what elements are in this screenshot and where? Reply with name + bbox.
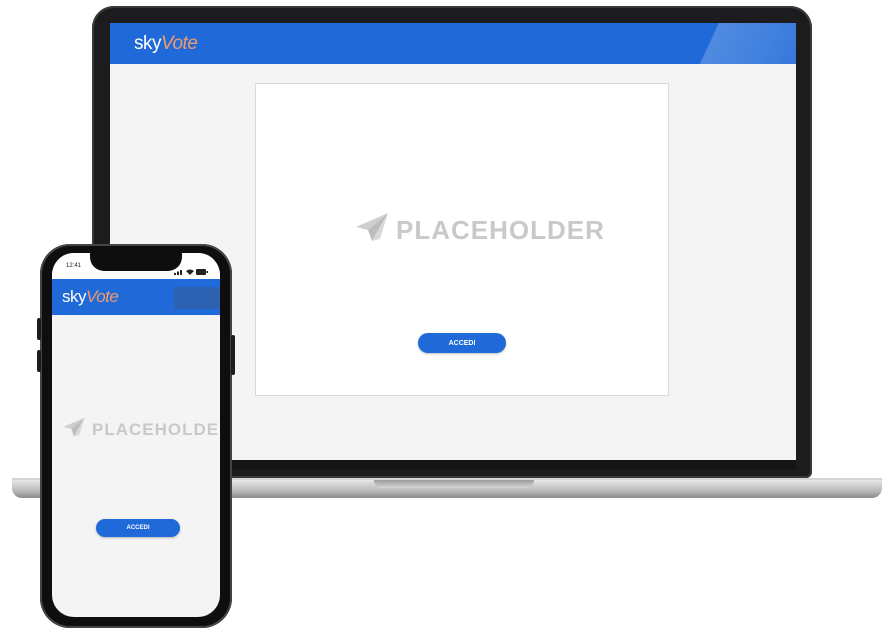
logo-sky-text: sky [62, 287, 87, 306]
phone-notch [90, 253, 182, 271]
phone-screen: 12:41 skyVote PLACEHOLDER ACCEDI [52, 253, 220, 617]
skyvote-logo[interactable]: skyVote [62, 287, 119, 307]
laptop-opening-notch [374, 480, 534, 488]
battery-icon [196, 262, 208, 280]
paper-plane-icon [354, 211, 390, 250]
placeholder-text: PLACEHOLDER [396, 215, 605, 245]
app-header: skyVote [110, 23, 796, 64]
skyvote-logo[interactable]: skyVote [134, 33, 198, 55]
logo-vote-text: Vote [161, 33, 198, 54]
login-card: PLACEHOLDER ACCEDI [255, 83, 669, 396]
phone-volume-down-button [37, 350, 41, 372]
status-time: 12:41 [66, 263, 82, 269]
placeholder-text: PLACEHOLDER [92, 419, 220, 439]
phone-power-button [231, 335, 235, 375]
paper-plane-icon [62, 416, 86, 443]
screen-glare [666, 23, 796, 64]
phone-volume-up-button [37, 318, 41, 340]
wifi-icon [186, 262, 194, 280]
app-header: skyVote [52, 279, 220, 315]
placeholder-logo: PLACEHOLDER [62, 416, 220, 443]
placeholder-logo: PLACEHOLDER [354, 211, 605, 250]
accedi-button[interactable]: ACCEDI [96, 519, 180, 537]
logo-sky-text: sky [134, 33, 162, 54]
accedi-button[interactable]: ACCEDI [418, 333, 506, 353]
logo-vote-text: Vote [86, 287, 119, 306]
header-menu-area [174, 287, 220, 309]
